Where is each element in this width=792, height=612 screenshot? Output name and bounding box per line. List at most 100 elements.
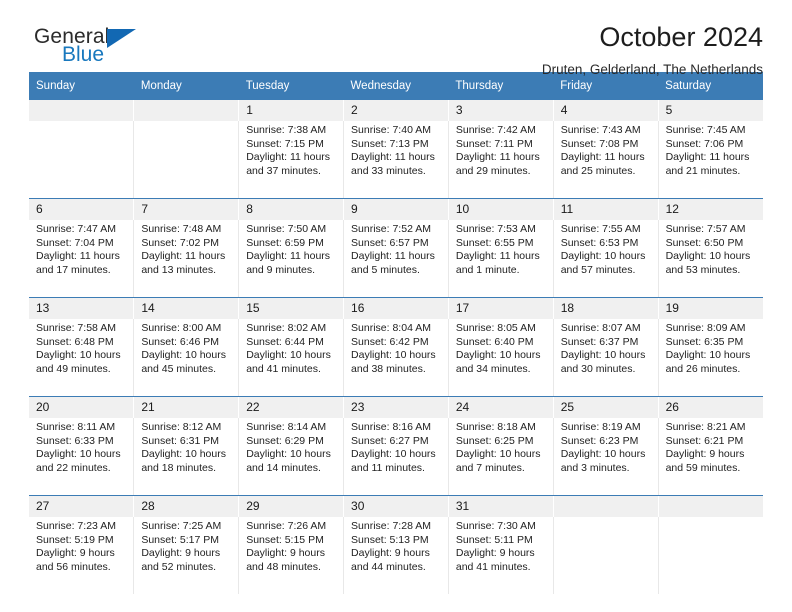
day-info-line: Sunrise: 7:48 AM	[141, 223, 222, 235]
day-number-row: 20 21 22 23 24 25 26	[29, 397, 763, 418]
day-number[interactable]: 23	[343, 397, 449, 418]
day-info-line: Daylight: 10 hours	[351, 448, 436, 460]
day-info-line: Daylight: 11 hours	[36, 250, 120, 262]
day-info-line: and 22 minutes.	[36, 461, 111, 474]
day-number[interactable]: 18	[553, 298, 659, 319]
day-cell[interactable]: Sunrise: 7:25 AM Sunset: 5:17 PM Daylight:…	[133, 517, 240, 594]
day-info-line: Sunrise: 7:45 AM	[665, 124, 746, 136]
day-cell[interactable]: Sunrise: 7:23 AM Sunset: 5:19 PM Daylight:…	[29, 517, 135, 594]
day-info-line: Sunset: 7:06 PM	[665, 137, 744, 150]
day-number[interactable]: 5	[658, 100, 763, 121]
day-cell[interactable]: Sunrise: 8:07 AM Sunset: 6:37 PM Daylight:…	[553, 319, 659, 396]
day-info-line: Daylight: 10 hours	[246, 349, 331, 361]
day-info-line: Daylight: 11 hours	[351, 250, 435, 262]
day-cell[interactable]: Sunrise: 7:42 AM Sunset: 7:11 PM Daylight:…	[448, 121, 554, 198]
day-number[interactable]: 29	[238, 496, 345, 517]
day-cell[interactable]: Sunrise: 8:18 AM Sunset: 6:25 PM Daylight:…	[448, 418, 554, 495]
day-number[interactable]: 24	[448, 397, 554, 418]
day-info-line: and 30 minutes.	[560, 362, 636, 375]
day-info-line: Sunrise: 7:28 AM	[351, 520, 431, 532]
day-number[interactable]: 21	[133, 397, 240, 418]
day-cell[interactable]: Sunrise: 8:04 AM Sunset: 6:42 PM Daylight:…	[343, 319, 449, 396]
day-info-row: Sunrise: 7:58 AM Sunset: 6:48 PM Daylight:…	[29, 319, 763, 396]
general-blue-logo: General Blue	[29, 22, 179, 72]
day-cell[interactable]: Sunrise: 7:52 AM Sunset: 6:57 PM Daylight:…	[343, 220, 449, 297]
day-cell[interactable]: Sunrise: 8:19 AM Sunset: 6:23 PM Daylight:…	[553, 418, 659, 495]
day-info-line: and 21 minutes.	[665, 164, 741, 177]
day-cell[interactable]: Sunrise: 7:48 AM Sunset: 7:02 PM Daylight:…	[133, 220, 240, 297]
day-number[interactable]: 31	[448, 496, 554, 517]
day-info-line: and 41 minutes.	[246, 362, 321, 375]
day-number[interactable]: 17	[448, 298, 554, 319]
day-info-line: and 49 minutes.	[36, 362, 111, 375]
day-cell[interactable]: Sunrise: 8:14 AM Sunset: 6:29 PM Daylight:…	[238, 418, 345, 495]
day-info-line: Sunrise: 8:04 AM	[351, 322, 431, 334]
day-cell[interactable]: Sunrise: 7:38 AM Sunset: 7:15 PM Daylight:…	[238, 121, 345, 198]
day-info-line: Sunrise: 8:19 AM	[560, 421, 641, 433]
day-cell[interactable]: Sunrise: 7:26 AM Sunset: 5:15 PM Daylight:…	[238, 517, 345, 594]
day-number[interactable]: 20	[29, 397, 135, 418]
day-info-line: and 53 minutes.	[665, 263, 741, 276]
day-number[interactable]: 14	[133, 298, 240, 319]
day-number[interactable]: 6	[29, 199, 135, 220]
day-cell[interactable]: Sunrise: 8:11 AM Sunset: 6:33 PM Daylight:…	[29, 418, 135, 495]
day-info-line: Daylight: 10 hours	[560, 448, 646, 460]
day-info-line: Sunrise: 8:16 AM	[351, 421, 431, 433]
day-info-line: and 7 minutes.	[455, 461, 525, 474]
day-info-line: and 37 minutes.	[246, 164, 321, 177]
day-cell[interactable]: Sunrise: 7:58 AM Sunset: 6:48 PM Daylight:…	[29, 319, 135, 396]
day-info-line: Sunrise: 7:53 AM	[455, 223, 536, 235]
day-number[interactable]: 15	[238, 298, 345, 319]
day-number[interactable]: 4	[553, 100, 659, 121]
day-number[interactable]: 30	[343, 496, 449, 517]
day-cell[interactable]: Sunrise: 8:16 AM Sunset: 6:27 PM Daylight:…	[343, 418, 449, 495]
day-number-row: 27 28 29 30 31	[29, 496, 763, 517]
day-info-line: Daylight: 9 hours	[351, 547, 430, 559]
day-info-line: Sunrise: 8:11 AM	[36, 421, 116, 433]
day-number[interactable]: 26	[658, 397, 763, 418]
day-number[interactable]: 22	[238, 397, 345, 418]
day-cell[interactable]: Sunrise: 7:47 AM Sunset: 7:04 PM Daylight:…	[29, 220, 135, 297]
day-cell[interactable]: Sunrise: 7:57 AM Sunset: 6:50 PM Daylight:…	[658, 220, 763, 297]
day-info-line: and 1 minute.	[455, 263, 520, 276]
day-cell[interactable]: Sunrise: 7:55 AM Sunset: 6:53 PM Daylight:…	[553, 220, 659, 297]
day-cell[interactable]: Sunrise: 8:00 AM Sunset: 6:46 PM Daylight:…	[133, 319, 240, 396]
day-cell[interactable]: Sunrise: 7:53 AM Sunset: 6:55 PM Daylight:…	[448, 220, 554, 297]
day-cell[interactable]: Sunrise: 7:43 AM Sunset: 7:08 PM Daylight:…	[553, 121, 659, 198]
weekday-header-wednesday: Wednesday	[343, 72, 449, 100]
day-info-line: Sunset: 6:46 PM	[141, 335, 219, 348]
day-cell[interactable]: Sunrise: 8:09 AM Sunset: 6:35 PM Daylight:…	[658, 319, 763, 396]
day-number[interactable]: 11	[553, 199, 659, 220]
day-number[interactable]: 2	[343, 100, 449, 121]
day-info-line: Sunrise: 7:55 AM	[560, 223, 641, 235]
day-cell[interactable]: Sunrise: 8:21 AM Sunset: 6:21 PM Daylight:…	[658, 418, 763, 495]
day-info-line: and 5 minutes.	[351, 263, 420, 276]
day-info-line: Sunset: 6:40 PM	[455, 335, 534, 348]
day-number[interactable]: 28	[133, 496, 240, 517]
day-number[interactable]: 25	[553, 397, 659, 418]
day-number[interactable]: 27	[29, 496, 135, 517]
day-cell[interactable]: Sunrise: 8:02 AM Sunset: 6:44 PM Daylight:…	[238, 319, 345, 396]
day-cell[interactable]: Sunrise: 8:12 AM Sunset: 6:31 PM Daylight:…	[133, 418, 240, 495]
day-number[interactable]: 10	[448, 199, 554, 220]
day-cell[interactable]: Sunrise: 8:05 AM Sunset: 6:40 PM Daylight:…	[448, 319, 554, 396]
day-info-line: and 45 minutes.	[141, 362, 217, 375]
day-number[interactable]: 12	[658, 199, 763, 220]
day-number[interactable]: 8	[238, 199, 345, 220]
day-cell[interactable]: Sunrise: 7:50 AM Sunset: 6:59 PM Daylight:…	[238, 220, 345, 297]
day-number[interactable]: 9	[343, 199, 449, 220]
day-cell[interactable]: Sunrise: 7:40 AM Sunset: 7:13 PM Daylight:…	[343, 121, 449, 198]
day-info-line: Daylight: 10 hours	[141, 349, 226, 361]
day-number[interactable]: 7	[133, 199, 240, 220]
day-cell[interactable]: Sunrise: 7:30 AM Sunset: 5:11 PM Daylight:…	[448, 517, 554, 594]
day-number[interactable]: 13	[29, 298, 135, 319]
day-number[interactable]: 16	[343, 298, 449, 319]
day-number[interactable]: 1	[238, 100, 345, 121]
day-cell[interactable]: Sunrise: 7:28 AM Sunset: 5:13 PM Daylight:…	[343, 517, 449, 594]
day-info-line: Sunrise: 7:47 AM	[36, 223, 116, 235]
day-cell[interactable]: Sunrise: 7:45 AM Sunset: 7:06 PM Daylight:…	[658, 121, 763, 198]
day-number-empty	[658, 496, 763, 517]
day-info-line: Sunrise: 7:26 AM	[246, 520, 327, 532]
day-number[interactable]: 19	[658, 298, 763, 319]
day-number[interactable]: 3	[448, 100, 554, 121]
